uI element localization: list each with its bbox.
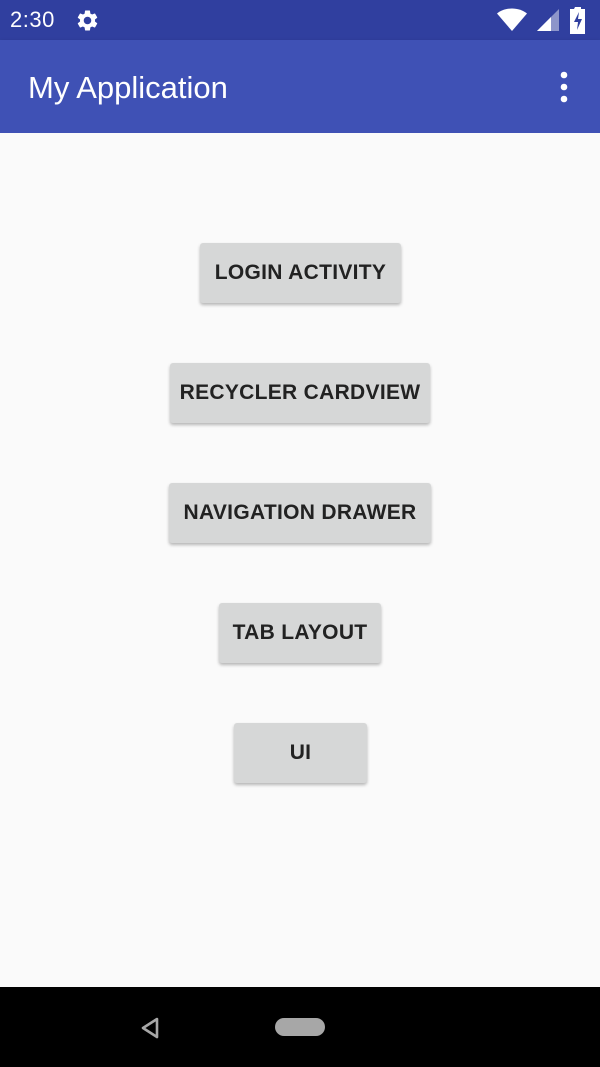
home-pill-icon[interactable] <box>275 1018 325 1036</box>
cellular-signal-icon <box>537 9 559 31</box>
tab-layout-button[interactable]: TAB LAYOUT <box>219 603 381 663</box>
main-content: LOGIN ACTIVITY RECYCLER CARDVIEW NAVIGAT… <box>0 133 600 987</box>
system-nav-bar <box>0 987 600 1067</box>
gear-icon <box>77 10 98 31</box>
status-bar: 2:30 <box>0 0 600 40</box>
ui-button[interactable]: UI <box>234 723 367 783</box>
app-title: My Application <box>28 70 228 105</box>
recycler-cardview-button[interactable]: RECYCLER CARDVIEW <box>170 363 430 423</box>
navigation-drawer-button[interactable]: NAVIGATION DRAWER <box>169 483 431 543</box>
battery-charging-icon <box>570 7 585 34</box>
wifi-icon <box>497 8 527 31</box>
status-time: 2:30 <box>10 7 55 32</box>
back-icon[interactable] <box>140 1017 160 1039</box>
login-activity-button[interactable]: LOGIN ACTIVITY <box>200 243 401 303</box>
more-vert-icon[interactable] <box>552 70 576 104</box>
app-bar: My Application <box>0 40 600 133</box>
